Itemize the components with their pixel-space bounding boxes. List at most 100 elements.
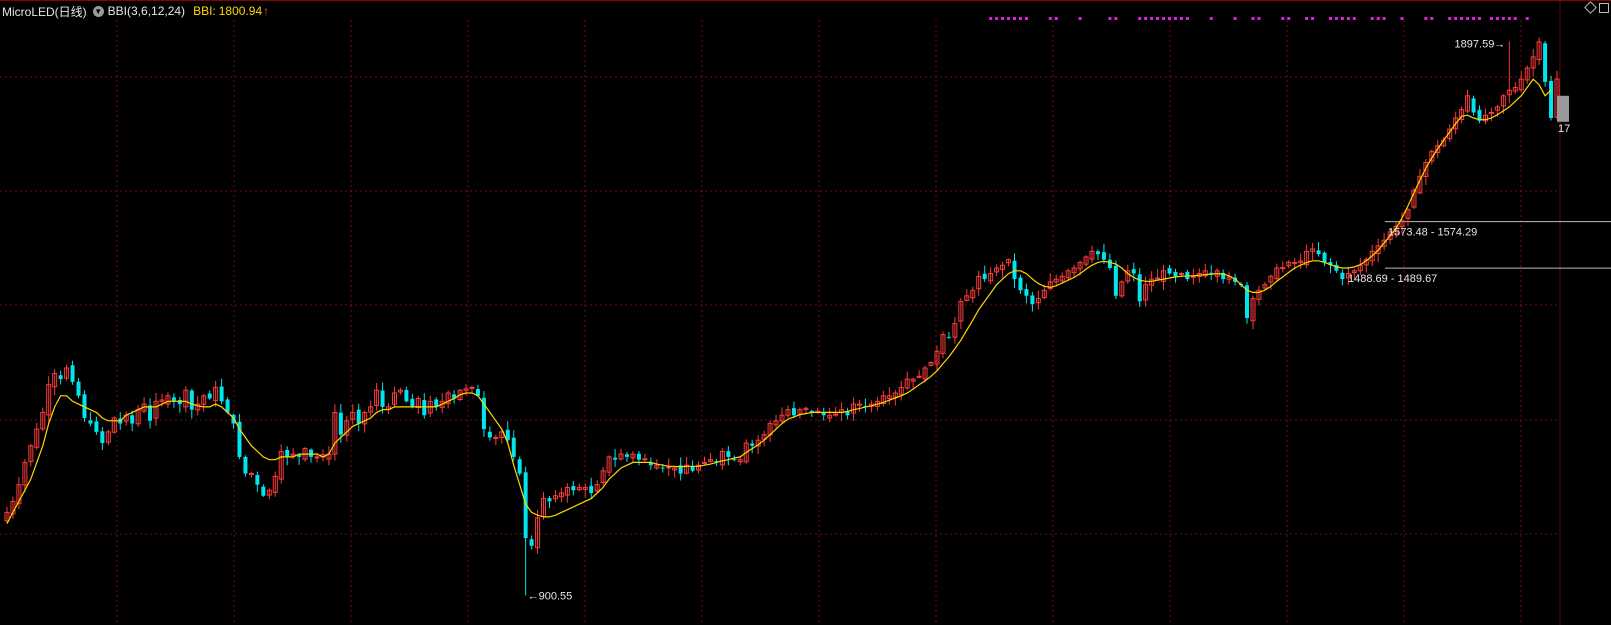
candle-body-up [314,456,320,459]
signal-dot [1448,17,1452,20]
signal-dot [1507,17,1511,20]
candle-body-down [529,539,534,546]
bbi-up-arrow-icon: ↑ [263,4,270,18]
candle-body-down [982,273,987,280]
signal-dot [1054,17,1058,20]
candle-body-up [701,461,707,464]
candle-body-down [1549,81,1554,118]
square-icon[interactable] [1599,3,1609,13]
signal-dot [1156,17,1160,20]
candle-body-up [1292,261,1298,264]
candle-body-down [1334,264,1339,271]
candle-body-up [642,458,648,461]
candle-body-down [1018,277,1023,291]
signal-dot [1305,17,1309,20]
signal-dot [1018,17,1022,20]
candle-body-down [791,408,796,416]
candle-body-down [732,459,737,461]
signal-dot [1138,17,1142,20]
candle-body-down [356,409,361,424]
candle-body-down [1471,98,1476,113]
signal-dot [1460,17,1464,20]
candle-body-down [517,459,522,474]
signal-dot [989,17,993,20]
candle-body-up [1190,275,1196,278]
chevron-down-icon[interactable]: ▼ [92,5,104,17]
bbi-label: BBI: [193,4,216,18]
high-label: 1897.59→ [1455,39,1506,51]
candle-body-down [1101,252,1106,260]
candle-body-down [1024,289,1029,296]
right-edge-label: 17 [1558,123,1570,135]
candle-body-down [243,456,248,474]
candle-body-down [726,451,731,457]
diamond-icon[interactable] [1584,1,1597,14]
signal-dot [1144,17,1148,20]
candle-body-down [255,475,260,485]
signal-dot [995,17,999,20]
candle-body-down [338,412,343,435]
signal-dot [1150,17,1154,20]
candle-body-down [690,466,695,471]
candle-body-down [70,365,75,382]
signal-dot [1007,17,1011,20]
signal-dot [1370,17,1374,20]
candle-body-down [76,381,81,396]
candle-body-down [422,400,427,416]
candle-body-up [493,436,499,439]
candle-body-up [857,403,863,406]
candle-body-up [469,386,475,389]
indicator-name[interactable]: BBI(3,6,12,24) [108,4,185,18]
signal-dot [1472,17,1476,20]
candle-body-down [404,390,409,402]
candle-body-down [1543,43,1548,82]
candle-body-down [219,386,224,402]
candle-body-down [207,393,212,399]
signal-dot [1466,17,1470,20]
signal-dot [1376,17,1380,20]
candle-body-down [547,498,552,502]
candle-body-down [380,390,385,407]
candle-body-down [613,457,618,460]
signal-dot [1340,17,1344,20]
signal-dot [1287,17,1291,20]
chart-header: MicroLED(日线) ▼ BBI(3,6,12,24) BBI: 1800.… [2,2,269,20]
candle-body-down [636,453,641,460]
bbi-value: 1800.94 [218,4,263,18]
signal-dot [1114,17,1118,20]
candle-body-down [261,486,266,496]
signal-dot [1233,17,1237,20]
candle-body-down [1107,259,1112,268]
candle-body-down [100,431,105,443]
candle-body-down [410,398,415,407]
bbi-line [6,78,1552,524]
zone2-label: 1488.69 - 1489.67 [1348,273,1437,285]
chart-title: MicroLED(日线) [2,4,87,19]
candle-body-down [1340,272,1345,280]
signal-dot [1013,17,1017,20]
candle-body-down [750,443,755,446]
candles [4,37,1560,596]
signal-dot [1352,17,1356,20]
candle-body-down [1012,260,1017,280]
signal-dots [989,17,1529,20]
signal-dot [1257,17,1261,20]
annotations: ←900.55 1897.59→ 1573.48 - 1574.29 1488.69 … [528,39,1571,603]
corner-tools [1584,1,1609,14]
candle-body-up [1178,273,1184,276]
candle-body-down [571,486,576,491]
candle-body-down [94,421,99,432]
signal-dot [1251,17,1255,20]
signal-dot [1454,17,1458,20]
candle-body-up [248,473,254,476]
grid [0,0,1561,625]
candle-body-down [189,390,194,410]
candle-body-down [177,400,182,405]
signal-dot [1311,17,1315,20]
candle-body-down [58,375,63,380]
signal-dot [1173,17,1177,20]
candlestick-chart[interactable]: ←900.55 1897.59→ 1573.48 - 1574.29 1488.69 … [0,0,1611,625]
candle-body-up [1488,111,1494,114]
signal-dot [1400,17,1404,20]
candle-body-down [148,405,153,421]
